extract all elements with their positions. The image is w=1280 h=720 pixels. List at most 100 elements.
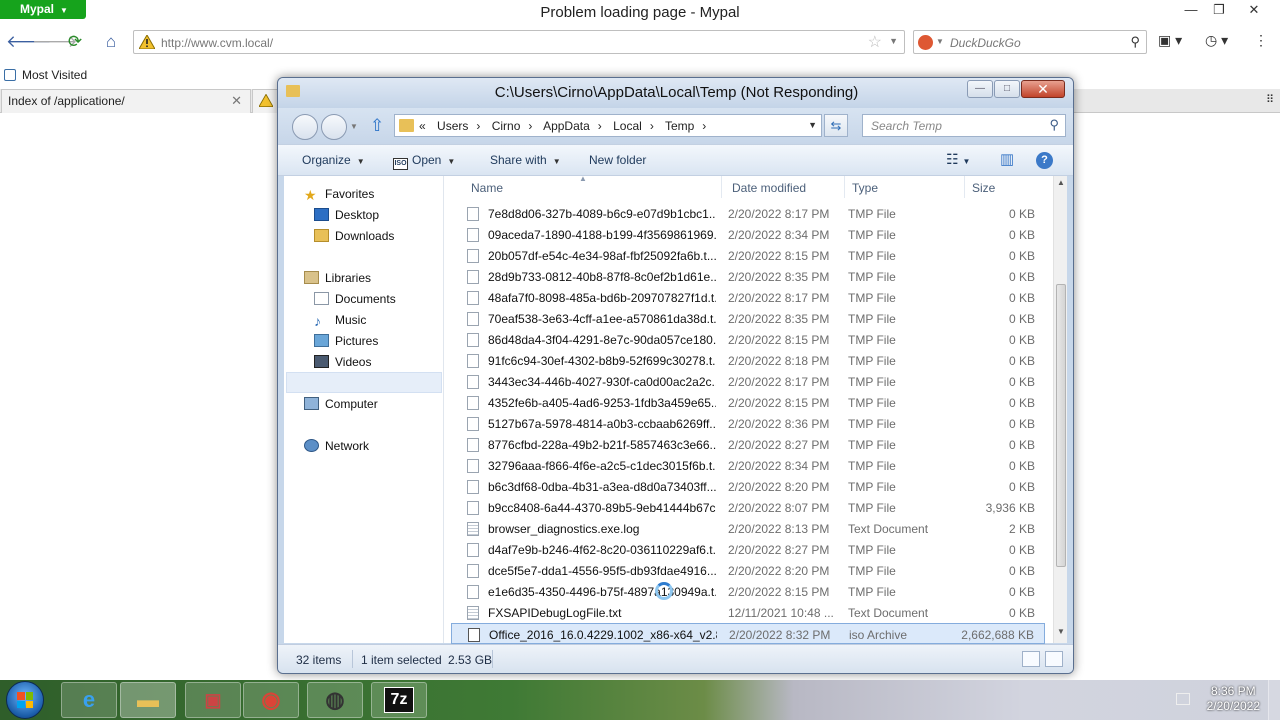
bookmarks-menu-icon[interactable]: ▣ ▾ [1158,32,1182,52]
clock[interactable]: 8:36 PM 2/20/2022 [1207,684,1260,714]
explorer-search-input[interactable]: Search Temp ⚲ [862,114,1066,137]
table-row[interactable]: 86d48da4-3f04-4291-8e7c-90da057ce180....… [451,329,1045,350]
forward-button[interactable]: 🡒 [32,30,78,54]
scroll-down-icon[interactable]: ▼ [1054,627,1068,641]
table-row[interactable]: 20b057df-e54c-4e34-98af-fbf25092fa6b.t..… [451,245,1045,266]
home-button[interactable]: ⌂ [99,30,123,54]
column-date-modified[interactable]: Date modified [732,181,806,195]
column-size[interactable]: Size [972,181,995,195]
explorer-back-button[interactable] [292,114,318,140]
up-arrow-icon[interactable]: ⇧ [370,116,384,136]
table-row[interactable]: d4af7e9b-b246-4f62-8c20-036110229af6.t..… [451,539,1045,560]
column-type[interactable]: Type [852,181,878,195]
table-row[interactable]: b6c3df68-0dba-4b31-a3ea-d8d0a73403ff....… [451,476,1045,497]
change-view-icon[interactable]: ☷ ▼ [946,151,970,168]
recent-pages-dropdown-icon[interactable]: ▼ [350,122,358,131]
table-row[interactable]: b9cc8408-6a44-4370-89b5-9eb41444b67c... 2… [451,497,1045,518]
open-button[interactable]: ISO Open ▼ [393,153,455,170]
taskbar-internet-explorer[interactable]: e [61,682,117,718]
table-row[interactable]: e1e6d35-4350-4496-b75f-4897a130949a.t...… [451,581,1045,602]
column-separator[interactable] [964,176,965,198]
explorer-minimize-button[interactable]: — [967,80,993,98]
tab-close-icon[interactable]: ✕ [231,93,242,109]
nav-item-documents[interactable]: Documents [314,292,396,306]
breadcrumb-users[interactable]: Users [437,119,468,133]
nav-item-music[interactable]: ♪ Music [314,313,366,329]
nav-item-pictures[interactable]: Pictures [314,334,378,348]
tab-list-icon[interactable]: ⠿ [1266,93,1274,106]
search-bar[interactable]: ▼ DuckDuckGo ⚲ [913,30,1147,54]
scroll-up-icon[interactable]: ▲ [1054,178,1068,192]
help-icon[interactable]: ? [1036,152,1053,169]
table-row[interactable]: 5127b67a-5978-4814-a0b3-ccbaab6269ff....… [451,413,1045,434]
share-with-button[interactable]: Share with ▼ [490,153,561,167]
table-row[interactable]: 3443ec34-446b-4027-930f-ca0d00ac2a2c....… [451,371,1045,392]
history-icon[interactable]: ◷ ▾ [1205,32,1228,52]
table-row[interactable]: 48afa7f0-8098-485a-bd6b-209707827f1d.t..… [451,287,1045,308]
breadcrumb-cirno[interactable]: Cirno [492,119,521,133]
close-button[interactable]: ✕ [1240,2,1268,20]
breadcrumb-appdata[interactable]: AppData [543,119,590,133]
explorer-close-button[interactable]: ✕ [1021,80,1065,98]
table-row[interactable]: 91fc6c94-30ef-4302-b8b9-52f699c30278.t..… [451,350,1045,371]
nav-item-libraries[interactable]: Libraries [304,271,371,285]
back-button[interactable]: 🡐 [6,30,52,54]
preview-pane-icon[interactable]: ▥ [1000,150,1014,168]
breadcrumb-overflow[interactable]: « [419,119,426,133]
explorer-forward-button[interactable] [321,114,347,140]
table-row[interactable]: 4352fe6b-a405-4ad6-9253-1fdb3a459e65....… [451,392,1045,413]
address-dropdown-icon[interactable]: ▼ [808,120,817,130]
taskbar-raccoon-app[interactable]: ◍ [307,682,363,718]
nav-item-videos[interactable]: Videos [314,355,371,369]
breadcrumb-temp[interactable]: Temp [665,119,694,133]
bookmark-star-icon[interactable]: ☆ [868,32,882,52]
scrollbar-thumb[interactable] [1056,284,1066,567]
reload-button[interactable]: ⟳ [63,30,87,54]
table-row[interactable]: Office_2016_16.0.4229.1002_x86-x64_v2.8.… [451,623,1045,644]
taskbar-installer[interactable]: ▣ [185,682,241,718]
maximize-button[interactable]: ❐ [1205,2,1233,20]
new-folder-button[interactable]: New folder [589,153,646,167]
table-row[interactable]: 28d9b733-0812-40b8-87f8-8c0ef2b1d61e... 2… [451,266,1045,287]
vertical-scrollbar[interactable]: ▲ ▼ [1053,176,1067,643]
tab-index-of-applicatione[interactable]: Index of /applicatione/ ✕ [1,89,251,113]
table-row[interactable]: 70eaf538-3e63-4cff-a1ee-a570861da38d.t..… [451,308,1045,329]
details-view-icon[interactable] [1022,651,1040,667]
refresh-button[interactable]: ⇆ [824,114,848,137]
minimize-button[interactable]: — [1177,2,1205,20]
large-icons-view-icon[interactable] [1045,651,1063,667]
table-row[interactable]: 09aceda7-1890-4188-b199-4f3569861969... 2… [451,224,1045,245]
start-button[interactable] [6,681,44,719]
nav-item-downloads[interactable]: Downloads [314,229,394,243]
show-desktop-button[interactable] [1268,680,1280,720]
table-row[interactable]: 32796aaa-f866-4f6e-a2c5-c1dec3015f6b.t..… [451,455,1045,476]
taskbar-file-explorer[interactable]: ▬ [120,682,176,718]
url-dropdown-icon[interactable]: ▼ [889,36,898,46]
table-row[interactable]: browser_diagnostics.exe.log 2/20/2022 8:1… [451,518,1045,539]
nav-item-network[interactable]: Network [304,439,369,453]
nav-item-desktop[interactable]: Desktop [314,208,379,222]
url-bar[interactable]: http://www.cvm.local/ ☆ ▼ [133,30,905,54]
column-separator[interactable] [721,176,722,198]
tab-problem-loading[interactable] [252,89,278,113]
breadcrumb[interactable]: « Users › Cirno › AppData › Local › Temp › ▼ [394,114,822,137]
search-engine-dropdown-icon[interactable]: ▼ [936,37,944,46]
column-name[interactable]: Name [471,181,503,195]
breadcrumb-local[interactable]: Local [613,119,642,133]
table-row[interactable]: 7e8d8d06-327b-4089-b6c9-e07d9b1cbc1... 2/… [451,203,1045,224]
column-separator[interactable] [844,176,845,198]
explorer-maximize-button[interactable]: □ [994,80,1020,98]
network-tray-icon[interactable] [1176,693,1190,705]
organize-button[interactable]: Organize ▼ [302,153,365,167]
nav-item-favorites[interactable]: ★ Favorites [304,187,374,203]
taskbar-7zip[interactable]: 7z [371,682,427,718]
bookmark-most-visited[interactable]: Most Visited [4,68,87,82]
table-row[interactable]: 8776cfbd-228a-49b2-b21f-5857463c3e66....… [451,434,1045,455]
table-row[interactable]: dce5f5e7-dda1-4556-95f5-db93fdae4916....… [451,560,1045,581]
nav-item-computer[interactable]: Computer [304,397,378,411]
taskbar-chrome[interactable]: ◉ [243,682,299,718]
file-icon [467,354,479,368]
menu-icon[interactable]: ⋮ [1254,32,1268,52]
search-icon[interactable]: ⚲ [1130,34,1140,50]
table-row[interactable]: FXSAPIDebugLogFile.txt 12/11/2021 10:48 .… [451,602,1045,623]
